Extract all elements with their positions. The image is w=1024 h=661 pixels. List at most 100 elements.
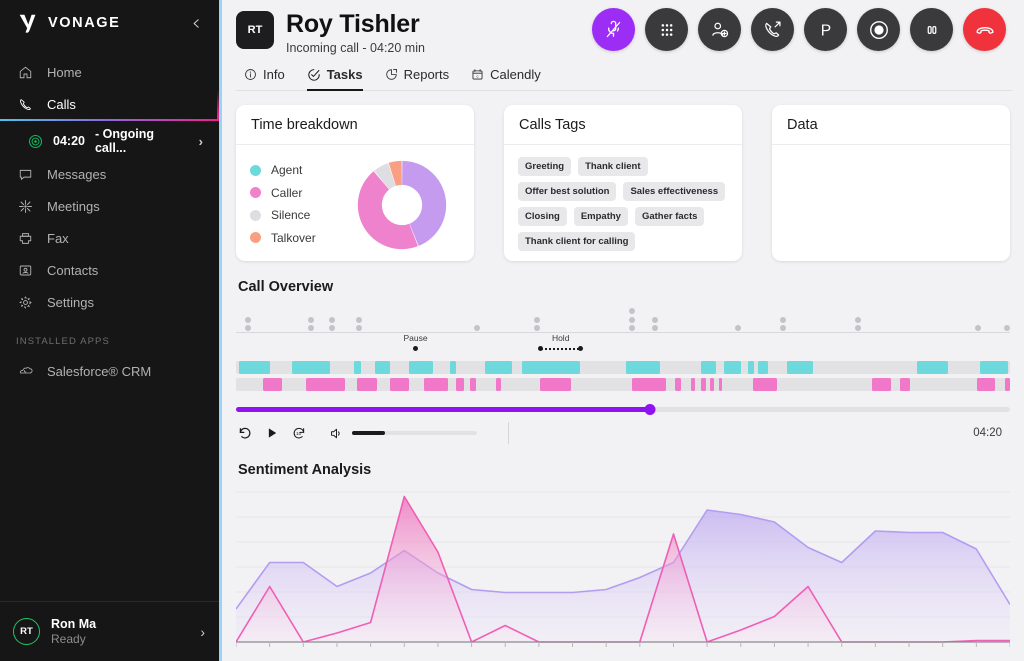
tab-calendly[interactable]: c Calendly	[471, 67, 541, 91]
phone-icon	[16, 95, 34, 113]
sidebar-item-messages[interactable]: Messages	[0, 158, 219, 190]
legend-item: Silence	[250, 204, 316, 227]
rewind-arrow-icon	[239, 427, 251, 439]
legend-label: Talkover	[271, 230, 316, 245]
contact-block: RT Roy Tishler Incoming call - 04:20 min	[236, 8, 425, 55]
event-marker-dot	[307, 325, 314, 331]
activity-segment	[409, 361, 434, 374]
salesforce-icon	[16, 362, 34, 380]
rewind-button[interactable]	[236, 424, 254, 442]
time-breakdown-card: Time breakdown Agent Caller Silence Talk…	[236, 105, 474, 261]
sidebar-item-settings[interactable]: Settings	[0, 286, 219, 318]
play-icon	[268, 428, 277, 438]
hold-marker-dot	[577, 346, 583, 351]
transfer-call-button[interactable]	[751, 8, 794, 51]
sidebar-collapse-button[interactable]	[187, 14, 205, 32]
activity-segment	[390, 378, 409, 391]
keypad-button[interactable]	[645, 8, 688, 51]
agent-activity-track[interactable]	[236, 361, 1010, 374]
chart-legend: Agent Caller Silence Talkover	[250, 157, 316, 249]
event-marker-dot	[245, 325, 252, 331]
add-participant-button[interactable]	[698, 8, 741, 51]
sidebar-item-fax[interactable]: Fax	[0, 222, 219, 254]
event-marker-dot	[355, 316, 362, 323]
caller-activity-track[interactable]	[236, 378, 1010, 391]
record-button[interactable]	[857, 8, 900, 51]
sidebar-item-salesforce-crm[interactable]: Salesforce® CRM	[0, 355, 219, 387]
tag-chip[interactable]: Thank client	[578, 157, 648, 176]
svg-text:10: 10	[296, 431, 302, 437]
playback-scrubber[interactable]	[236, 404, 1010, 415]
contact-card-icon	[16, 261, 34, 279]
vonage-logo-icon	[19, 14, 36, 33]
brand-name: VONAGE	[48, 15, 121, 31]
data-card: Data	[772, 105, 1010, 261]
summary-cards: Time breakdown Agent Caller Silence Talk…	[236, 105, 1010, 261]
tab-info[interactable]: Info	[244, 67, 285, 91]
activity-segment	[787, 361, 813, 374]
park-call-button[interactable]: P	[804, 8, 847, 51]
mic-off-icon	[606, 20, 621, 38]
tag-chip[interactable]: Empathy	[573, 207, 628, 226]
mute-button[interactable]	[592, 8, 635, 51]
event-marker-dot	[1003, 325, 1010, 331]
activity-segment	[701, 378, 706, 391]
sidebar-ongoing-call[interactable]: 04:20 - Ongoing call... ›	[0, 124, 219, 158]
pause-label: Pause	[403, 333, 428, 343]
legend-swatch	[250, 187, 261, 199]
tag-list: Greeting Thank client Offer best solution S…	[518, 157, 728, 251]
event-marker-dot	[328, 316, 335, 323]
sidebar-item-contacts[interactable]: Contacts	[0, 254, 219, 286]
event-marker-dot	[245, 316, 252, 323]
tag-chip[interactable]: Offer best solution	[518, 182, 617, 201]
card-body: Agent Caller Silence Talkover	[236, 145, 474, 255]
event-marker-dot	[629, 316, 636, 323]
hold-button[interactable]	[910, 8, 953, 51]
sidebar-user-profile[interactable]: RT Ron Ma Ready ›	[0, 601, 219, 661]
tag-chip[interactable]: Gather facts	[634, 207, 705, 226]
tag-chip[interactable]: Greeting	[518, 157, 572, 176]
sidebar-item-label: Meetings	[47, 198, 100, 214]
main-panel: RT Roy Tishler Incoming call - 04:20 min	[222, 0, 1024, 661]
legend-item: Agent	[250, 159, 316, 182]
scrubber-handle[interactable]	[644, 404, 656, 415]
svg-text:c: c	[477, 73, 479, 78]
sidebar-item-label: Contacts	[47, 262, 99, 278]
end-call-button[interactable]	[963, 8, 1006, 51]
tab-tasks[interactable]: Tasks	[306, 67, 363, 91]
activity-segment	[674, 378, 682, 391]
tab-bar: Info Tasks Reports c Calendly	[236, 55, 1012, 91]
volume-button[interactable]	[327, 424, 345, 442]
volume-slider[interactable]	[352, 431, 477, 435]
person-add-icon	[712, 22, 729, 38]
forward-10-button[interactable]: 10	[290, 424, 308, 442]
sidebar-item-label: Calls	[47, 96, 76, 112]
time-breakdown-chart: Agent Caller Silence Talkover	[250, 157, 460, 253]
sidebar-item-meetings[interactable]: Meetings	[0, 190, 219, 222]
page-title: Roy Tishler	[286, 10, 420, 38]
tag-chip[interactable]: Closing	[518, 207, 567, 226]
legend-label: Silence	[271, 208, 311, 223]
calls-tags-card: Calls Tags Greeting Thank client Offer bes…	[504, 105, 742, 261]
play-button[interactable]	[263, 424, 281, 442]
activity-segment	[917, 361, 949, 374]
avatar: RT	[13, 618, 40, 645]
activity-segment	[239, 361, 271, 374]
call-overview: Pause Hold 10 04:20	[236, 303, 1010, 444]
event-marker-dot	[780, 325, 787, 331]
activity-segment	[900, 378, 911, 391]
donut-chart	[357, 160, 447, 250]
sidebar-item-calls[interactable]: Calls	[0, 88, 219, 121]
sentiment-area-chart	[235, 491, 1011, 647]
tag-chip[interactable]: Sales effectiveness	[623, 182, 726, 201]
tag-chip[interactable]: Thank client for calling	[518, 232, 636, 251]
sidebar-item-home[interactable]: Home	[0, 56, 219, 88]
tab-reports[interactable]: Reports	[385, 67, 449, 91]
playback-controls: 10 04:20	[236, 422, 1010, 444]
activity-segment	[979, 361, 1008, 374]
activity-segment	[263, 378, 282, 391]
legend-label: Agent	[271, 163, 303, 178]
activity-segment	[724, 361, 742, 374]
activity-segment	[753, 378, 778, 391]
event-marker-dot	[533, 325, 540, 331]
